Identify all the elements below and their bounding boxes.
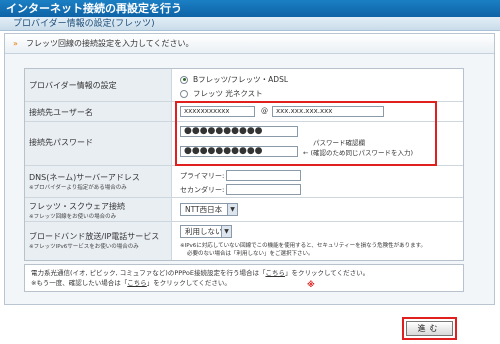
notice-box: 電力系光通信(イオ, ピビック, コミュファなど)のPPPoE接続設定を行う場合… bbox=[24, 264, 464, 292]
radio-unselected-icon bbox=[180, 89, 188, 98]
recheck-link[interactable]: こちら bbox=[127, 279, 147, 287]
broadband-warning: ※IPv6に対応していない回線でこの機能を使用すると、セキュリティーを損なう危険… bbox=[180, 243, 427, 249]
highlight-box bbox=[175, 101, 437, 166]
pppoe-link[interactable]: こちら bbox=[265, 269, 285, 277]
broadband-label: ブロードバンド放送/IP電話サービス ※フレッツIPv6サービスをお使いの場合の… bbox=[25, 222, 172, 260]
radio-bflets[interactable]: Bフレッツ/フレッツ・ADSL bbox=[180, 74, 288, 85]
broadband-select[interactable]: 利用しない ▼ bbox=[180, 225, 232, 238]
asterisk-mark: ※ bbox=[307, 280, 315, 289]
broadband-warning-2: 必要のない場合は「利用しない」をご選択下さい。 bbox=[187, 251, 314, 257]
notice-line-1: 電力系光通信(イオ, ピビック, コミュファなど)のPPPoE接続設定を行う場合… bbox=[31, 269, 370, 277]
flets-square-row: フレッツ・スクウェア接続 ※フレッツ回線をお使いの場合のみ NTT西日本 ▼ bbox=[25, 198, 463, 222]
provider-row: プロバイダー情報の設定 Bフレッツ/フレッツ・ADSL フレッツ 光ネクスト bbox=[25, 69, 463, 102]
arrow-icon: » bbox=[13, 39, 18, 48]
dns-primary-label: プライマリー: bbox=[180, 172, 225, 180]
instruction-text: フレッツ回線の接続設定を入力してください。 bbox=[26, 39, 194, 48]
page-subtitle: プロバイダー情報の設定(フレッツ) bbox=[0, 17, 500, 31]
flets-square-select[interactable]: NTT西日本 ▼ bbox=[180, 203, 238, 216]
dns-row: DNS(ネーム)サーバーアドレス ※プロバイダーより指定がある場合のみ プライマ… bbox=[25, 166, 463, 198]
flets-square-label: フレッツ・スクウェア接続 ※フレッツ回線をお使いの場合のみ bbox=[25, 198, 172, 221]
chevron-down-icon: ▼ bbox=[221, 226, 231, 237]
provider-label: プロバイダー情報の設定 bbox=[25, 69, 172, 101]
password-label: 接続先パスワード bbox=[25, 122, 172, 165]
panel-header: » フレッツ回線の接続設定を入力してください。 bbox=[5, 34, 494, 54]
page-title: インターネット接続の再設定を行う bbox=[0, 0, 500, 17]
next-highlight: 進む bbox=[402, 317, 457, 340]
radio-hikari-next[interactable]: フレッツ 光ネクスト bbox=[180, 88, 263, 99]
dns-secondary-label: セカンダリー: bbox=[180, 186, 225, 194]
broadband-row: ブロードバンド放送/IP電話サービス ※フレッツIPv6サービスをお使いの場合の… bbox=[25, 222, 463, 260]
dns-label: DNS(ネーム)サーバーアドレス ※プロバイダーより指定がある場合のみ bbox=[25, 166, 172, 197]
dns-secondary-input[interactable] bbox=[226, 184, 301, 195]
next-button[interactable]: 進む bbox=[406, 321, 453, 336]
radio-selected-icon bbox=[180, 75, 188, 84]
username-label: 接続先ユーザー名 bbox=[25, 102, 172, 121]
chevron-down-icon: ▼ bbox=[227, 204, 237, 215]
dns-primary-input[interactable] bbox=[226, 170, 301, 181]
notice-line-2: ※もう一度、確認したい場合は「こちら」をクリックしてください。 bbox=[31, 279, 231, 287]
